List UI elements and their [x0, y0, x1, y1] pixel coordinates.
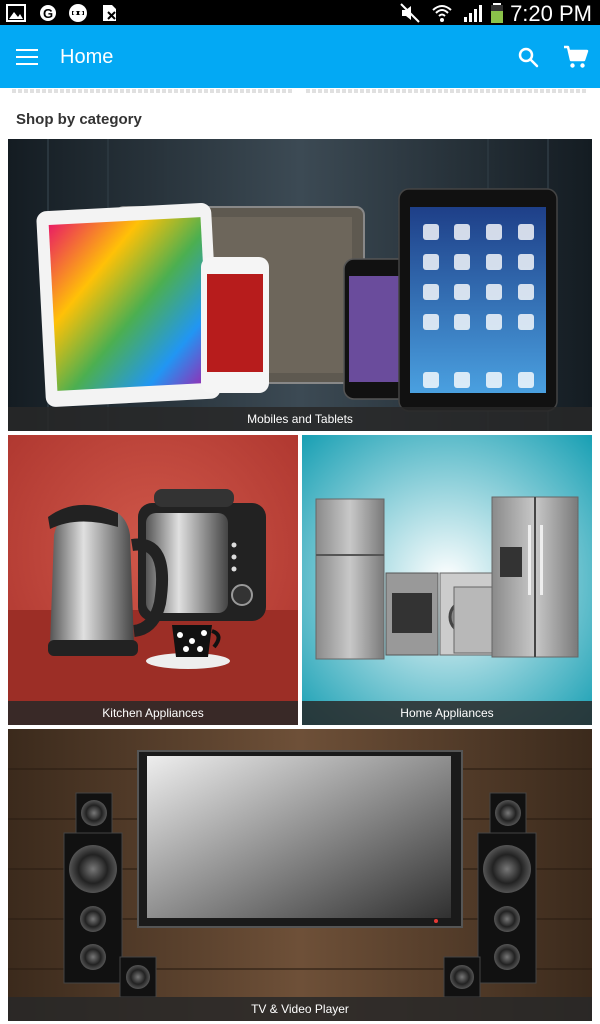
sim-x-icon: [103, 5, 116, 21]
mute-icon: [400, 3, 420, 23]
section-title: Shop by category: [16, 111, 142, 128]
wifi-icon: [432, 5, 452, 22]
search-icon[interactable]: [516, 45, 540, 69]
kitchen-appliances-image: [8, 435, 298, 725]
battery-icon: [491, 3, 503, 23]
divider: [306, 89, 588, 93]
category-card-tv-video-player[interactable]: TV & Video Player: [8, 729, 592, 1021]
app-bar: Home: [0, 25, 600, 88]
category-label: Mobiles and Tablets: [8, 407, 592, 431]
divider: [12, 89, 292, 93]
tv-video-player-image: [8, 729, 592, 1021]
status-time: 7:20 PM: [510, 1, 592, 26]
category-label: TV & Video Player: [8, 997, 592, 1021]
g-icon: G: [40, 5, 56, 21]
status-bar: G 7:20 PM: [0, 0, 600, 26]
incognito-icon: [69, 4, 87, 22]
category-card-kitchen-appliances[interactable]: Kitchen Appliances: [8, 435, 298, 725]
category-card-mobiles-tablets[interactable]: Mobiles and Tablets: [8, 139, 592, 431]
cart-icon[interactable]: [562, 43, 590, 71]
category-label: Home Appliances: [302, 701, 592, 725]
svg-text:G: G: [43, 6, 53, 21]
page-title: Home: [60, 46, 114, 68]
category-card-home-appliances[interactable]: Home Appliances: [302, 435, 592, 725]
signal-icon: [464, 5, 482, 22]
home-appliances-image: [302, 435, 592, 725]
mobiles-tablets-image: [8, 139, 592, 431]
category-label: Kitchen Appliances: [8, 701, 298, 725]
gallery-icon: [6, 4, 26, 22]
menu-icon[interactable]: [16, 49, 38, 65]
